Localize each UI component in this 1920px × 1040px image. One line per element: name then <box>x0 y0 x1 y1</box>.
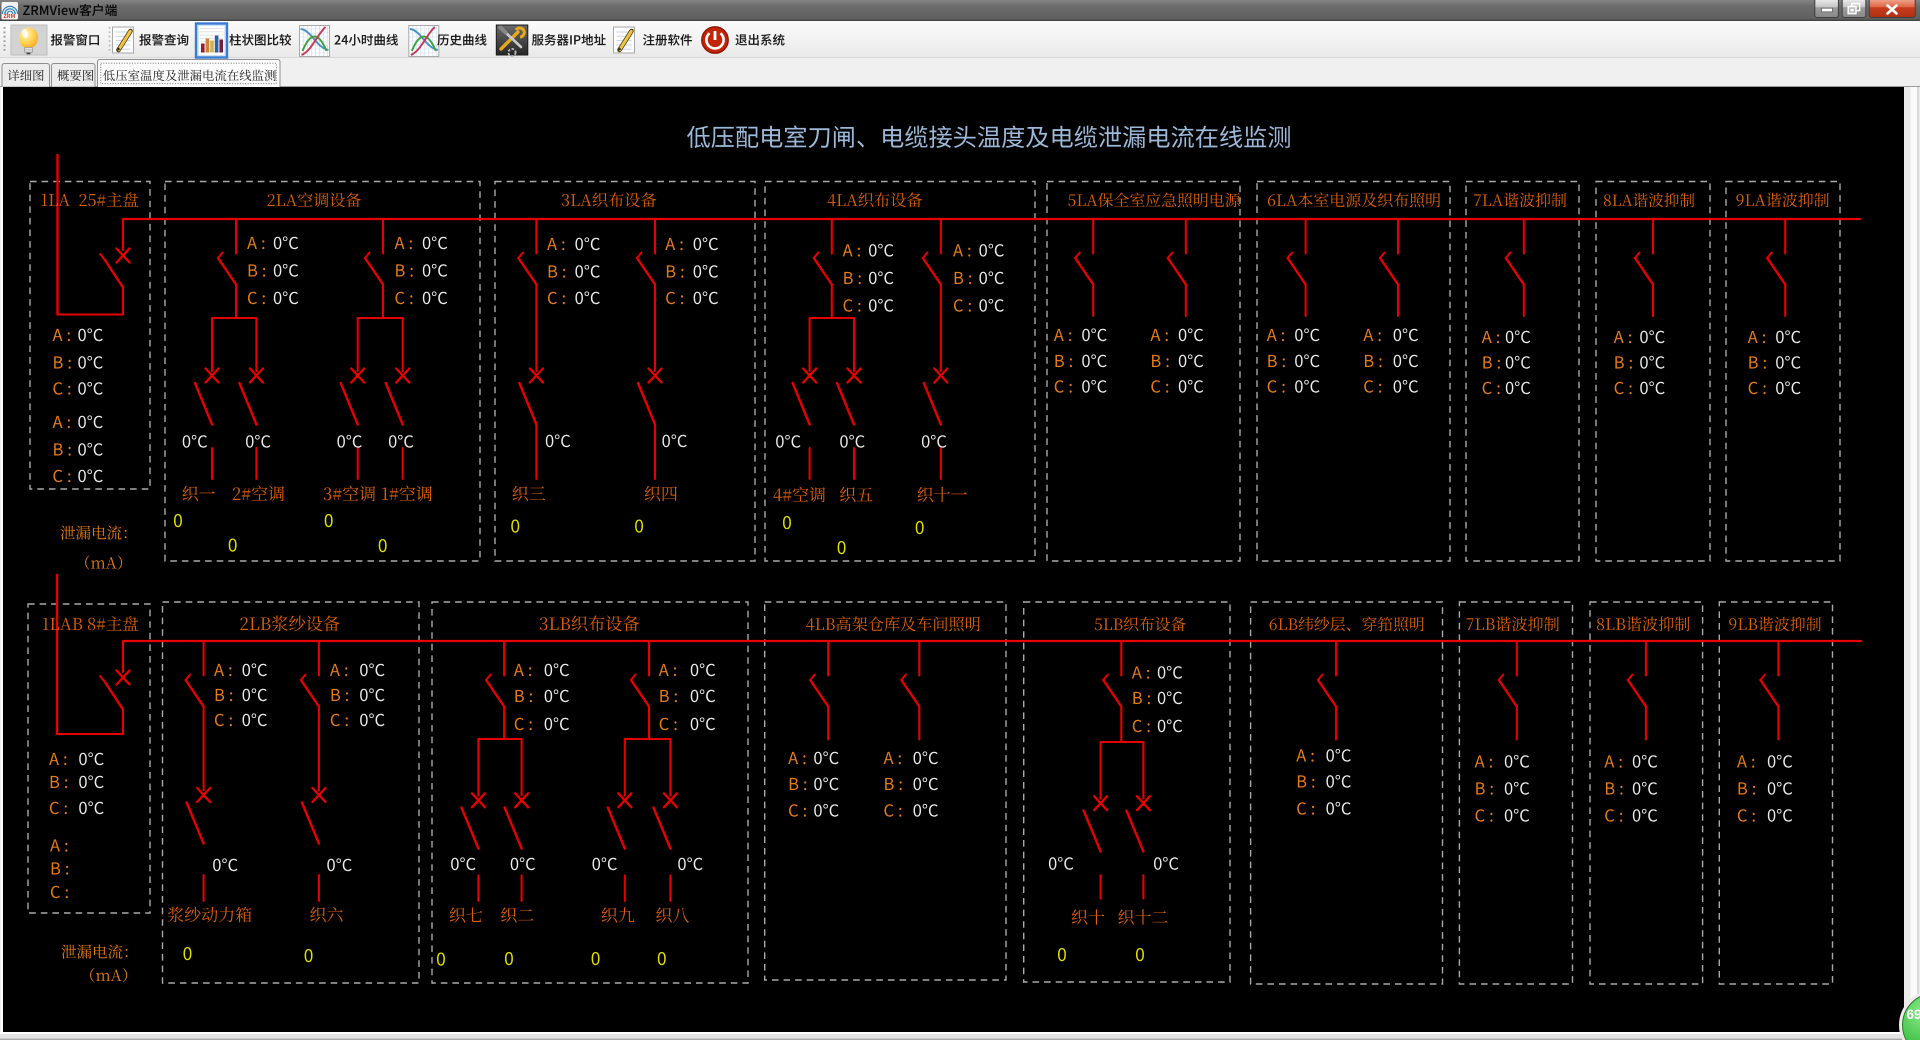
svg-text:69: 69 <box>1907 1007 1920 1022</box>
